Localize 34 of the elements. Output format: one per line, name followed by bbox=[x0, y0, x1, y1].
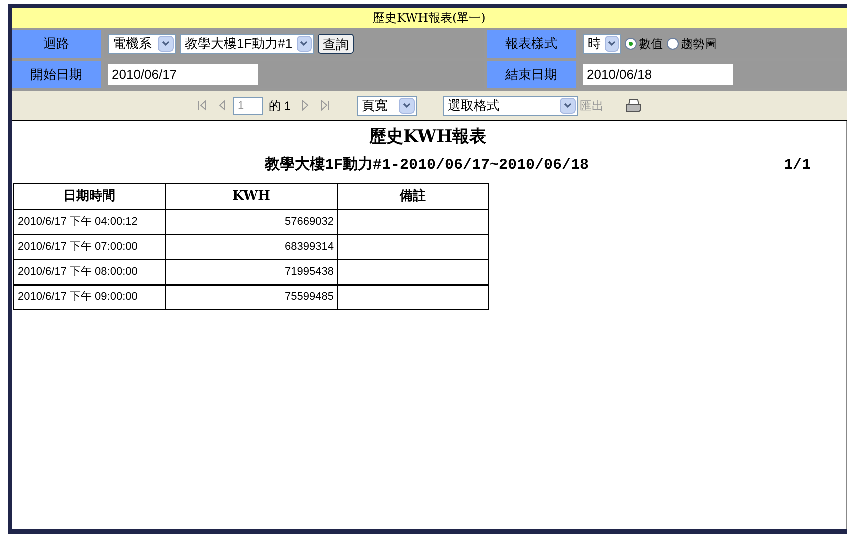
field-label: 迴路 bbox=[12, 30, 101, 58]
table-cell: 2010/6/17 下午 08:00:00 bbox=[14, 260, 166, 284]
end-date-field[interactable]: 2010/06/18 bbox=[583, 64, 733, 85]
dropdown-arrow-icon[interactable] bbox=[296, 36, 312, 52]
start-date-field[interactable]: 2010/06/17 bbox=[108, 64, 258, 85]
table-cell: 75599485 bbox=[166, 284, 338, 310]
interval-select[interactable]: 時 bbox=[583, 34, 621, 54]
table-cell: 68399314 bbox=[166, 234, 338, 260]
report-title: 歷史KWH報表 bbox=[368, 126, 488, 149]
table-cell: 2010/6/17 下午 07:00:00 bbox=[14, 234, 166, 260]
table-cell: 2010/6/17 下午 09:00:00 bbox=[14, 284, 166, 310]
radio-icon[interactable] bbox=[667, 38, 679, 50]
format-select[interactable]: 選取格式 bbox=[443, 96, 578, 116]
department-select[interactable]: 電機系 bbox=[108, 34, 176, 54]
column-header: 日期時間 bbox=[14, 184, 166, 210]
field-label: 結束日期 bbox=[487, 61, 576, 88]
field-label: 報表樣式 bbox=[487, 30, 576, 58]
page-indicator: 1/1 bbox=[784, 156, 812, 176]
radio-option[interactable]: 趨勢圖 bbox=[667, 35, 717, 53]
column-header: KWH bbox=[166, 184, 338, 210]
page-title: 歷史KWH報表(單一) bbox=[12, 8, 847, 28]
radio-icon[interactable] bbox=[625, 38, 637, 50]
report-subtitle: 教學大樓1F動力#1-2010/06/17~2010/06/18 bbox=[264, 155, 590, 176]
dropdown-arrow-icon[interactable] bbox=[605, 36, 619, 52]
meter-select[interactable]: 教學大樓1F動力#1 bbox=[180, 34, 314, 54]
query-button[interactable]: 查詢 bbox=[318, 34, 354, 54]
table-cell: 57669032 bbox=[166, 210, 338, 234]
print-icon[interactable] bbox=[626, 98, 642, 112]
column-header: 備註 bbox=[338, 184, 488, 210]
table-cell: 2010/6/17 下午 04:00:12 bbox=[14, 210, 166, 234]
field-label: 開始日期 bbox=[12, 61, 101, 88]
zoom-select[interactable]: 頁寬 bbox=[357, 96, 418, 116]
radio-option[interactable]: 數值 bbox=[625, 35, 663, 53]
page-count: 的 1 bbox=[269, 98, 292, 114]
